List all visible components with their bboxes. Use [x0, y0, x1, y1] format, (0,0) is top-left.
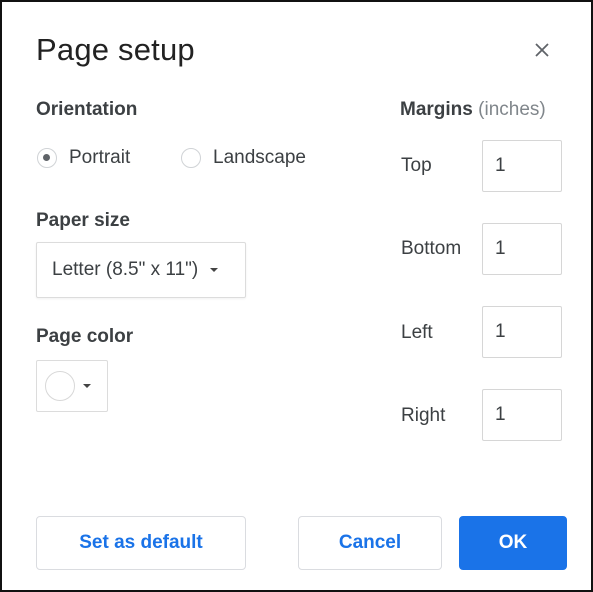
margin-top-label: Top	[401, 155, 432, 176]
dialog-title: Page setup	[36, 32, 195, 67]
chevron-down-icon	[210, 268, 219, 272]
paper-size-label: Paper size	[36, 210, 130, 231]
portrait-label: Portrait	[69, 147, 131, 168]
paper-size-select[interactable]: Letter (8.5" x 11")	[36, 242, 246, 298]
cancel-button[interactable]: Cancel	[298, 516, 442, 570]
margin-right-label: Right	[401, 405, 446, 426]
page-color-label: Page color	[36, 326, 134, 347]
margin-right-input[interactable]	[482, 389, 562, 441]
margins-unit: (inches)	[478, 99, 546, 120]
chevron-down-icon	[83, 384, 91, 388]
page-setup-dialog: Page setup Orientation Portrait Landscap…	[0, 0, 593, 592]
margin-left-label: Left	[401, 322, 433, 343]
margin-top-input[interactable]	[482, 140, 562, 192]
margin-bottom-input[interactable]	[482, 223, 562, 275]
landscape-radio[interactable]	[181, 148, 201, 168]
color-swatch	[45, 371, 75, 401]
orientation-label: Orientation	[36, 99, 138, 120]
margin-left-input[interactable]	[482, 306, 562, 358]
landscape-option[interactable]: Landscape	[181, 147, 306, 169]
margin-bottom-label: Bottom	[401, 238, 462, 259]
set-as-default-button[interactable]: Set as default	[36, 516, 246, 570]
margins-label: Margins	[400, 99, 473, 120]
ok-button[interactable]: OK	[459, 516, 567, 570]
portrait-radio[interactable]	[37, 148, 57, 168]
portrait-option[interactable]: Portrait	[37, 147, 130, 169]
close-button[interactable]	[528, 36, 556, 64]
close-icon	[535, 43, 549, 57]
paper-size-value: Letter (8.5" x 11")	[52, 259, 199, 280]
landscape-label: Landscape	[213, 147, 306, 168]
margins-title: Margins (inches)	[400, 99, 546, 121]
page-color-picker[interactable]	[36, 360, 108, 412]
